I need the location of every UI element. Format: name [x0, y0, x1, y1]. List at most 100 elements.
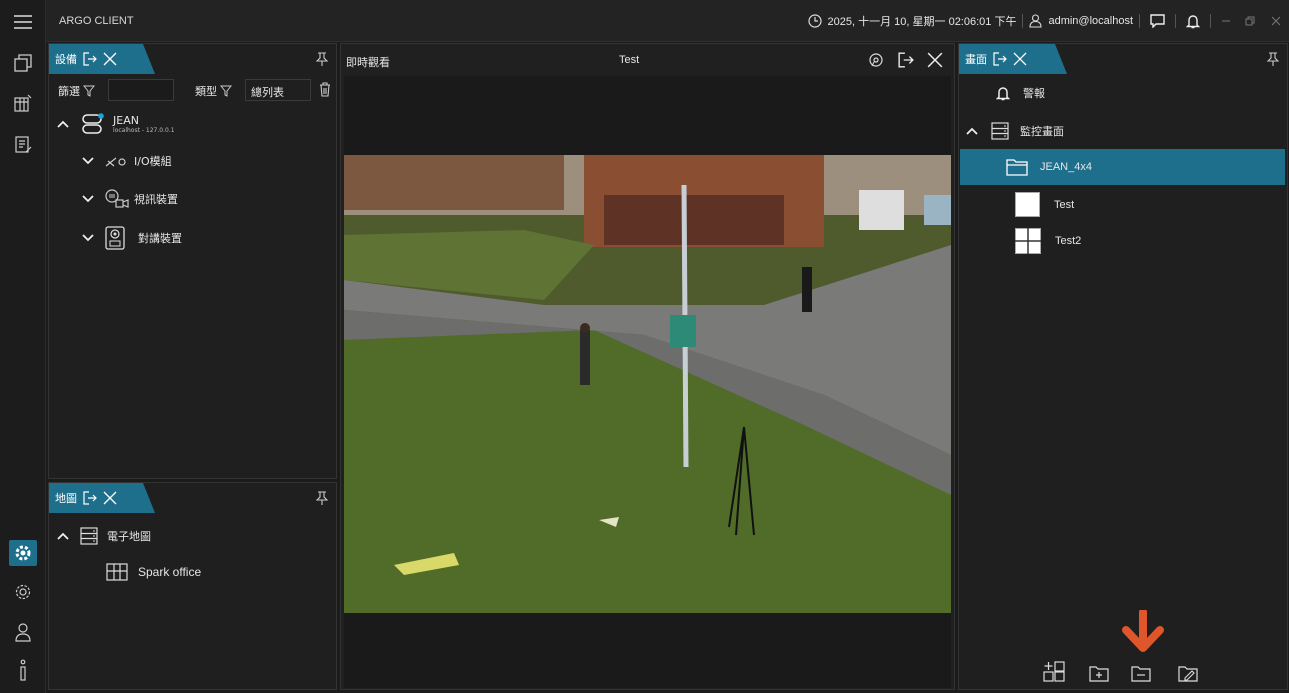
tab-label: 畫面 [965, 53, 987, 66]
intercom-icon [105, 226, 125, 250]
chevron-up-icon [57, 120, 69, 128]
group-label: I/O模組 [134, 155, 172, 168]
type-label: 類型 [195, 83, 232, 99]
settings-active-icon[interactable] [9, 540, 37, 566]
tree-label: Spark office [138, 565, 202, 579]
tree-map-spark-office[interactable]: Spark office [106, 563, 201, 581]
minimize-icon[interactable] [1221, 16, 1231, 26]
pin-icon[interactable] [316, 52, 328, 66]
chevron-up-icon [57, 532, 69, 540]
detach-icon[interactable] [83, 491, 97, 505]
layout-name: Test [619, 54, 640, 66]
info-icon[interactable] [7, 655, 39, 685]
group-label: 對講裝置 [138, 232, 182, 245]
tab-label: 設備 [55, 53, 77, 66]
tree-group-io[interactable]: I/O模組 [82, 153, 172, 169]
username-text[interactable]: admin@localhost [1048, 15, 1133, 27]
map-icon [106, 563, 128, 581]
hamburger-icon[interactable] [7, 7, 39, 37]
tree-label: Test2 [1055, 235, 1082, 247]
close-icon[interactable] [103, 491, 117, 505]
rack-icon [80, 527, 98, 545]
edit-folder-icon[interactable] [1178, 664, 1198, 682]
gear-icon[interactable] [7, 577, 39, 607]
close-icon[interactable] [927, 52, 943, 68]
close-window-icon[interactable] [1271, 16, 1281, 26]
divider [1139, 14, 1140, 28]
chevron-up-icon [966, 127, 978, 135]
video-device-icon [105, 189, 129, 208]
trash-icon[interactable] [319, 82, 331, 97]
windows-icon[interactable] [7, 48, 39, 78]
tab-label: 地圖 [55, 492, 77, 505]
left-nav-bar [0, 0, 46, 693]
tab-devices[interactable]: 設備 [49, 44, 155, 74]
device-panel-header: 設備 [49, 44, 336, 74]
tree-monitor-root[interactable]: 監控畫面 [966, 121, 1064, 141]
status-area: 2025, 十一月 10, 星期一 02:06:01 下午 admin@loca… [807, 10, 1281, 32]
clock-icon [807, 14, 822, 28]
chevron-down-icon [82, 234, 94, 242]
filter-icon [83, 85, 95, 97]
add-folder-icon[interactable] [1089, 664, 1109, 682]
tree-alarm[interactable]: 警報 [996, 85, 1045, 101]
user-icon [1029, 14, 1043, 28]
tree-emap-root[interactable]: 電子地圖 [57, 526, 151, 546]
divider [1210, 14, 1211, 28]
camera-feed[interactable] [344, 155, 951, 613]
user-icon[interactable] [7, 617, 39, 647]
bell-icon[interactable] [1186, 14, 1200, 29]
server-host: localhost - 127.0.0.1 [113, 126, 175, 134]
tree-folder-jean4x4[interactable]: JEAN_4x4 [1006, 158, 1092, 176]
title-bar: ARGO CLIENT 2025, 十一月 10, 星期一 02:06:01 下… [46, 0, 1289, 42]
tree-view-test[interactable]: Test [1015, 192, 1074, 217]
server-name: JEAN [113, 113, 139, 127]
screen-panel-header: 畫面 [959, 44, 1287, 74]
document-edit-icon[interactable] [7, 130, 39, 160]
map-panel: 地圖 電子地圖 Spark office [48, 482, 337, 690]
group-label: 視訊裝置 [134, 193, 178, 206]
down-arrow-icon [1120, 610, 1166, 654]
tab-map[interactable]: 地圖 [49, 483, 155, 513]
rack-icon [991, 122, 1009, 140]
pin-icon[interactable] [1267, 52, 1279, 66]
layout-edit-icon[interactable] [7, 88, 39, 118]
detach-icon[interactable] [993, 52, 1007, 66]
tree-label: JEAN_4x4 [1040, 161, 1092, 173]
detach-icon[interactable] [83, 52, 97, 66]
tree-label: Test [1054, 198, 1075, 211]
screen-panel: 畫面 警報 監控畫面 [958, 43, 1288, 690]
pin-icon[interactable] [316, 491, 328, 505]
device-panel: 設備 篩選 類型 總列表 JEAN localhost - 127.0.0.1 … [48, 43, 337, 479]
tree-group-intercom[interactable]: 對講裝置 [82, 226, 182, 250]
tree-label: 電子地圖 [107, 530, 151, 543]
live-view-title: 即時觀看 [346, 56, 390, 69]
add-layout-icon[interactable] [1043, 661, 1065, 683]
folder-icon[interactable] [1131, 664, 1151, 682]
tree-view-test2[interactable]: Test2 [1015, 228, 1081, 254]
close-icon[interactable] [1013, 52, 1027, 66]
tree-label: 警報 [1023, 87, 1045, 100]
io-module-icon [105, 157, 126, 167]
divider [1022, 14, 1024, 28]
quad-layout-icon [1015, 228, 1041, 254]
close-icon[interactable] [103, 52, 117, 66]
datetime-text: 2025, 十一月 10, 星期一 02:06:01 下午 [827, 16, 1017, 28]
server-icon [82, 113, 104, 134]
tree-group-video[interactable]: 視訊裝置 [82, 189, 178, 209]
chevron-down-icon [82, 195, 94, 203]
app-title: ARGO CLIENT [59, 15, 134, 27]
type-select[interactable]: 總列表 [245, 79, 311, 101]
chevron-down-icon [82, 157, 94, 165]
restore-icon[interactable] [1245, 16, 1255, 26]
tree-server-jean[interactable]: JEAN localhost - 127.0.0.1 [57, 113, 175, 135]
filter-input[interactable] [108, 79, 174, 101]
filter-label: 篩選 [58, 83, 95, 99]
detach-icon[interactable] [898, 52, 914, 68]
ptz-icon[interactable] [868, 52, 884, 68]
tab-screens[interactable]: 畫面 [959, 44, 1067, 74]
divider [1175, 14, 1176, 28]
folder-open-icon [1006, 159, 1028, 176]
tree-label: 監控畫面 [1020, 125, 1064, 138]
chat-icon[interactable] [1150, 14, 1165, 28]
